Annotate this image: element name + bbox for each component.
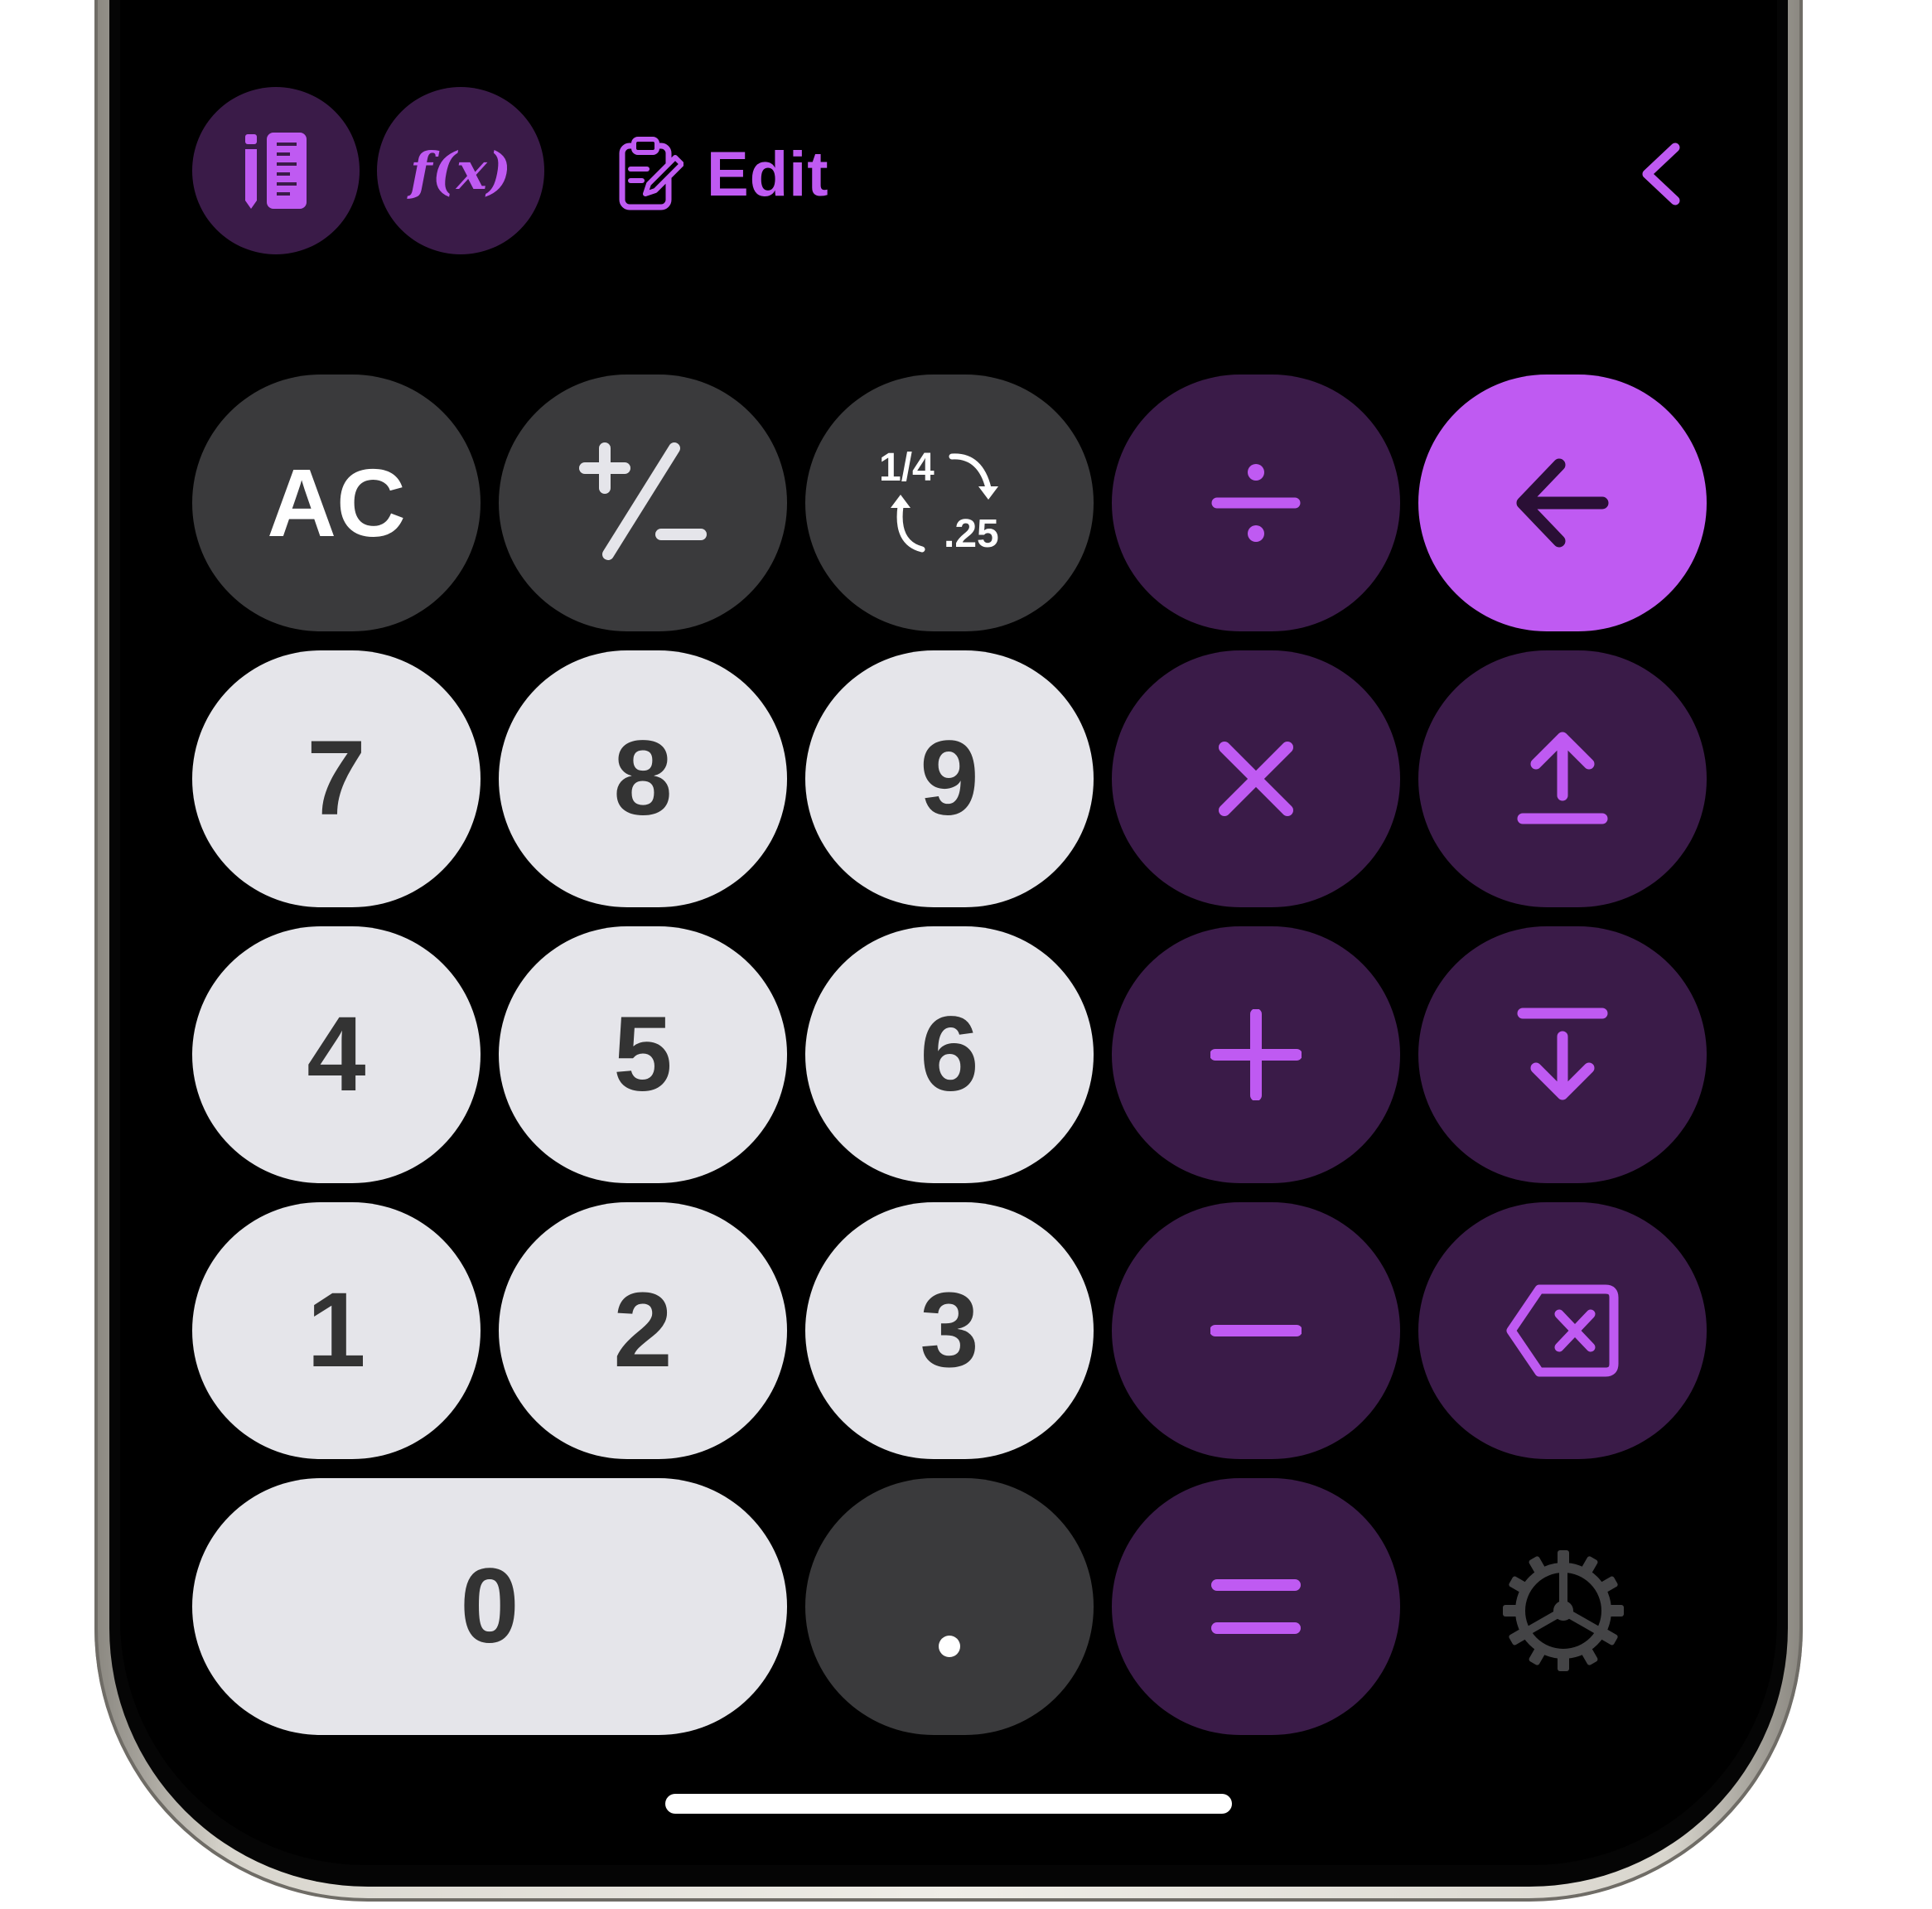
add-button[interactable]: [1112, 926, 1400, 1183]
digit-4-button[interactable]: 4: [192, 926, 481, 1183]
fraction-decimal-button[interactable]: 1/4 .25: [805, 375, 1094, 631]
digit-7-label: 7: [307, 719, 366, 838]
divide-button[interactable]: [1112, 375, 1400, 631]
digit-5-label: 5: [613, 995, 673, 1114]
digit-9-button[interactable]: 9: [805, 650, 1094, 907]
backspace-button[interactable]: [1418, 1202, 1707, 1459]
backspace-icon: [1506, 1284, 1619, 1377]
minus-icon: [1210, 1325, 1302, 1336]
equals-button[interactable]: [1112, 1478, 1400, 1735]
arrow-up-bar-icon: [1517, 732, 1608, 824]
digit-9-label: 9: [920, 719, 979, 838]
digit-1-button[interactable]: 1: [192, 1202, 481, 1459]
multiply-icon: [1219, 742, 1293, 816]
units-button[interactable]: [192, 87, 360, 254]
calculator-screen: f(x) Edit AC 1/4 .25 7 8 9 4 5 6 1 2 3 0: [120, 0, 1777, 1865]
push-up-button[interactable]: [1418, 650, 1707, 907]
arrow-down-bar-icon: [1517, 1008, 1608, 1100]
digit-3-label: 3: [920, 1271, 979, 1389]
digit-0-label: 0: [460, 1547, 519, 1665]
plus-icon: [1210, 1009, 1302, 1100]
digit-3-button[interactable]: 3: [805, 1202, 1094, 1459]
arrow-left-icon: [1516, 458, 1609, 548]
digit-8-label: 8: [613, 719, 673, 838]
digit-2-label: 2: [613, 1271, 673, 1389]
digit-1-label: 1: [307, 1271, 366, 1389]
back-button[interactable]: [1624, 133, 1698, 215]
equals-icon: [1211, 1579, 1301, 1634]
device-stage: f(x) Edit AC 1/4 .25 7 8 9 4 5 6 1 2 3 0: [0, 0, 1932, 1909]
sign-toggle-button[interactable]: [499, 375, 787, 631]
digit-6-button[interactable]: 6: [805, 926, 1094, 1183]
multiply-button[interactable]: [1112, 650, 1400, 907]
functions-label: f(x): [409, 140, 512, 201]
digit-5-button[interactable]: 5: [499, 926, 787, 1183]
digit-7-button[interactable]: 7: [192, 650, 481, 907]
decimal-button[interactable]: .: [805, 1478, 1094, 1735]
chevron-left-icon: [1642, 143, 1680, 205]
enter-button[interactable]: [1418, 375, 1707, 631]
clear-label: AC: [267, 449, 406, 557]
clear-button[interactable]: AC: [192, 375, 481, 631]
plus-minus-icon: [579, 442, 707, 560]
digit-0-button[interactable]: 0: [192, 1478, 787, 1735]
home-indicator: [665, 1794, 1232, 1814]
divide-icon: [1211, 464, 1301, 542]
digit-4-label: 4: [307, 995, 366, 1114]
edit-label: Edit: [707, 138, 829, 210]
digit-2-button[interactable]: 2: [499, 1202, 787, 1459]
ruler-pencil-icon: [245, 133, 307, 209]
settings-button[interactable]: [1501, 1549, 1625, 1673]
convert-arrows-icon: [891, 453, 998, 553]
clipboard-edit-icon: [619, 137, 683, 210]
subtract-button[interactable]: [1112, 1202, 1400, 1459]
fraction-decimal-glyph: 1/4 .25: [879, 445, 1020, 561]
push-down-button[interactable]: [1418, 926, 1707, 1183]
gear-icon: [1503, 1550, 1624, 1671]
digit-6-label: 6: [920, 995, 979, 1114]
digit-8-button[interactable]: 8: [499, 650, 787, 907]
functions-button[interactable]: f(x): [377, 87, 544, 254]
edit-button[interactable]: Edit: [617, 128, 829, 220]
